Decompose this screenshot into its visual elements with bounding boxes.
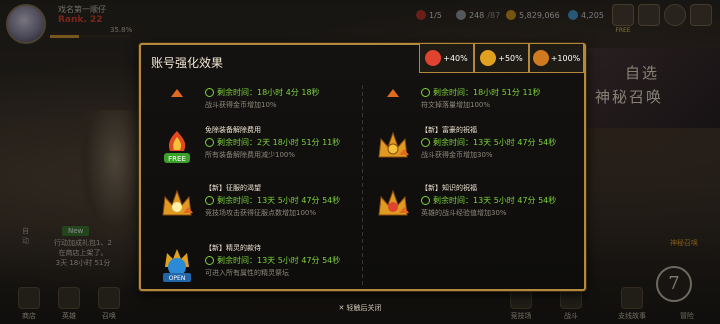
buff-title: 【新】精灵的款待 — [205, 244, 261, 252]
exp-boost-icon — [425, 50, 442, 66]
buff-card: FREE 免除装备解除费用 剩余时间：2天 18小时 51分 11秒 所有装备解… — [157, 121, 367, 171]
close-hint[interactable]: ✕ 轻触后关闭 — [0, 303, 720, 313]
buff-desc: 战斗获得金币增加10% — [205, 101, 277, 109]
buff-time: 剩余时间：13天 5小时 47分 54秒 — [421, 195, 556, 206]
buff-title: 【新】征服的渴望 — [205, 184, 261, 192]
clock-icon — [421, 138, 430, 147]
buff-time-text: 剩余时间：13天 5小时 47分 54秒 — [433, 196, 557, 205]
buff-time-text: 剩余时间：18小时 4分 18秒 — [217, 88, 320, 97]
buff-title: 【新】知识的祝福 — [421, 184, 477, 192]
free-flame-icon: FREE — [164, 131, 190, 163]
boost-summary: +40% +50% +100% — [419, 43, 584, 73]
buff-time: 剩余时间：13天 5小时 47分 54秒 — [421, 137, 556, 148]
boost-gold: +50% — [474, 43, 529, 73]
buff-time: 剩余时间：18小时 4分 18秒 — [205, 87, 320, 98]
clock-icon — [205, 256, 214, 265]
buff-time-text: 剩余时间：2天 18小时 51分 11秒 — [217, 138, 341, 147]
modal-title: 账号强化效果 — [151, 56, 224, 70]
open-badge-icon: OPEN — [163, 249, 191, 282]
boost-value: +50% — [498, 53, 523, 63]
scroll-arrow-icon — [171, 89, 183, 97]
buff-title: 【新】富豪的祝福 — [421, 126, 477, 134]
buff-time: 剩余时间：13天 5小时 47分 54秒 — [205, 255, 340, 266]
clock-icon — [205, 196, 214, 205]
boost-value: +40% — [443, 53, 468, 63]
free-tag: FREE — [168, 155, 186, 163]
buff-card: 【新】征服的渴望 剩余时间：13天 5小时 47分 54秒 竞技场攻击获得征服点… — [157, 179, 367, 229]
buff-time: 剩余时间：18小时 51分 11秒 — [421, 87, 541, 98]
buff-desc: 可进入所有属性的精灵祭坛 — [205, 269, 289, 277]
clock-icon — [205, 138, 214, 147]
buff-time: 剩余时间：2天 18小时 51分 11秒 — [205, 137, 340, 148]
gold-crown-icon — [378, 131, 409, 158]
exp-crown-icon — [378, 189, 409, 216]
buff-card: OPEN 【新】精灵的款待 剩余时间：13天 5小时 47分 54秒 可进入所有… — [157, 239, 367, 289]
account-buff-modal: 账号强化效果 +40% +50% +100% 剩余时间：18小时 4分 18秒 … — [139, 43, 586, 291]
clock-icon — [205, 88, 214, 97]
buff-desc: 所有装备解除费用减少100% — [205, 151, 296, 159]
buff-time: 剩余时间：13天 5小时 47分 54秒 — [205, 195, 340, 206]
buff-card: 剩余时间：18小时 51分 11秒 符文掉落量增加100% — [373, 71, 583, 121]
buff-time-text: 剩余时间：18小时 51分 11秒 — [433, 88, 541, 97]
clock-icon — [421, 88, 430, 97]
crown-boost-icon — [532, 50, 549, 66]
crown-star-icon — [162, 189, 193, 216]
rune-arrow-icon — [387, 89, 399, 97]
buff-desc: 英雄的战斗经验值增加30% — [421, 209, 507, 217]
buff-desc: 竞技场攻击获得征服点数增加100% — [205, 209, 317, 217]
buff-time-text: 剩余时间：13天 5小时 47分 54秒 — [217, 196, 341, 205]
gold-boost-icon — [480, 50, 497, 66]
buff-desc: 符文掉落量增加100% — [421, 101, 491, 109]
buff-title: 免除装备解除费用 — [205, 126, 261, 134]
boost-exp: +40% — [419, 43, 474, 73]
clock-icon — [421, 196, 430, 205]
buff-card: 剩余时间：18小时 4分 18秒 战斗获得金币增加10% — [157, 71, 367, 121]
buff-time-text: 剩余时间：13天 5小时 47分 54秒 — [433, 138, 557, 147]
open-tag: OPEN — [169, 275, 186, 282]
close-hint-text: 轻触后关闭 — [346, 304, 382, 312]
buff-time-text: 剩余时间：13天 5小时 47分 54秒 — [217, 256, 341, 265]
buff-card: 【新】富豪的祝福 剩余时间：13天 5小时 47分 54秒 战斗获得金币增加30… — [373, 121, 583, 171]
buff-desc: 战斗获得金币增加30% — [421, 151, 493, 159]
buff-card: 【新】知识的祝福 剩余时间：13天 5小时 47分 54秒 英雄的战斗经验值增加… — [373, 179, 583, 229]
boost-crown: +100% — [529, 43, 584, 73]
boost-value: +100% — [550, 53, 581, 63]
